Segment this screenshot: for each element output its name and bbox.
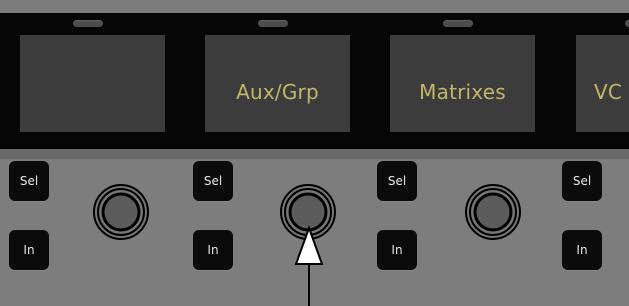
console-panel: Sel In Aux/Grp Sel In Matrixes Sel In VC…	[0, 0, 629, 306]
arrow-up-icon	[294, 225, 324, 306]
callout-arrow	[294, 225, 324, 306]
